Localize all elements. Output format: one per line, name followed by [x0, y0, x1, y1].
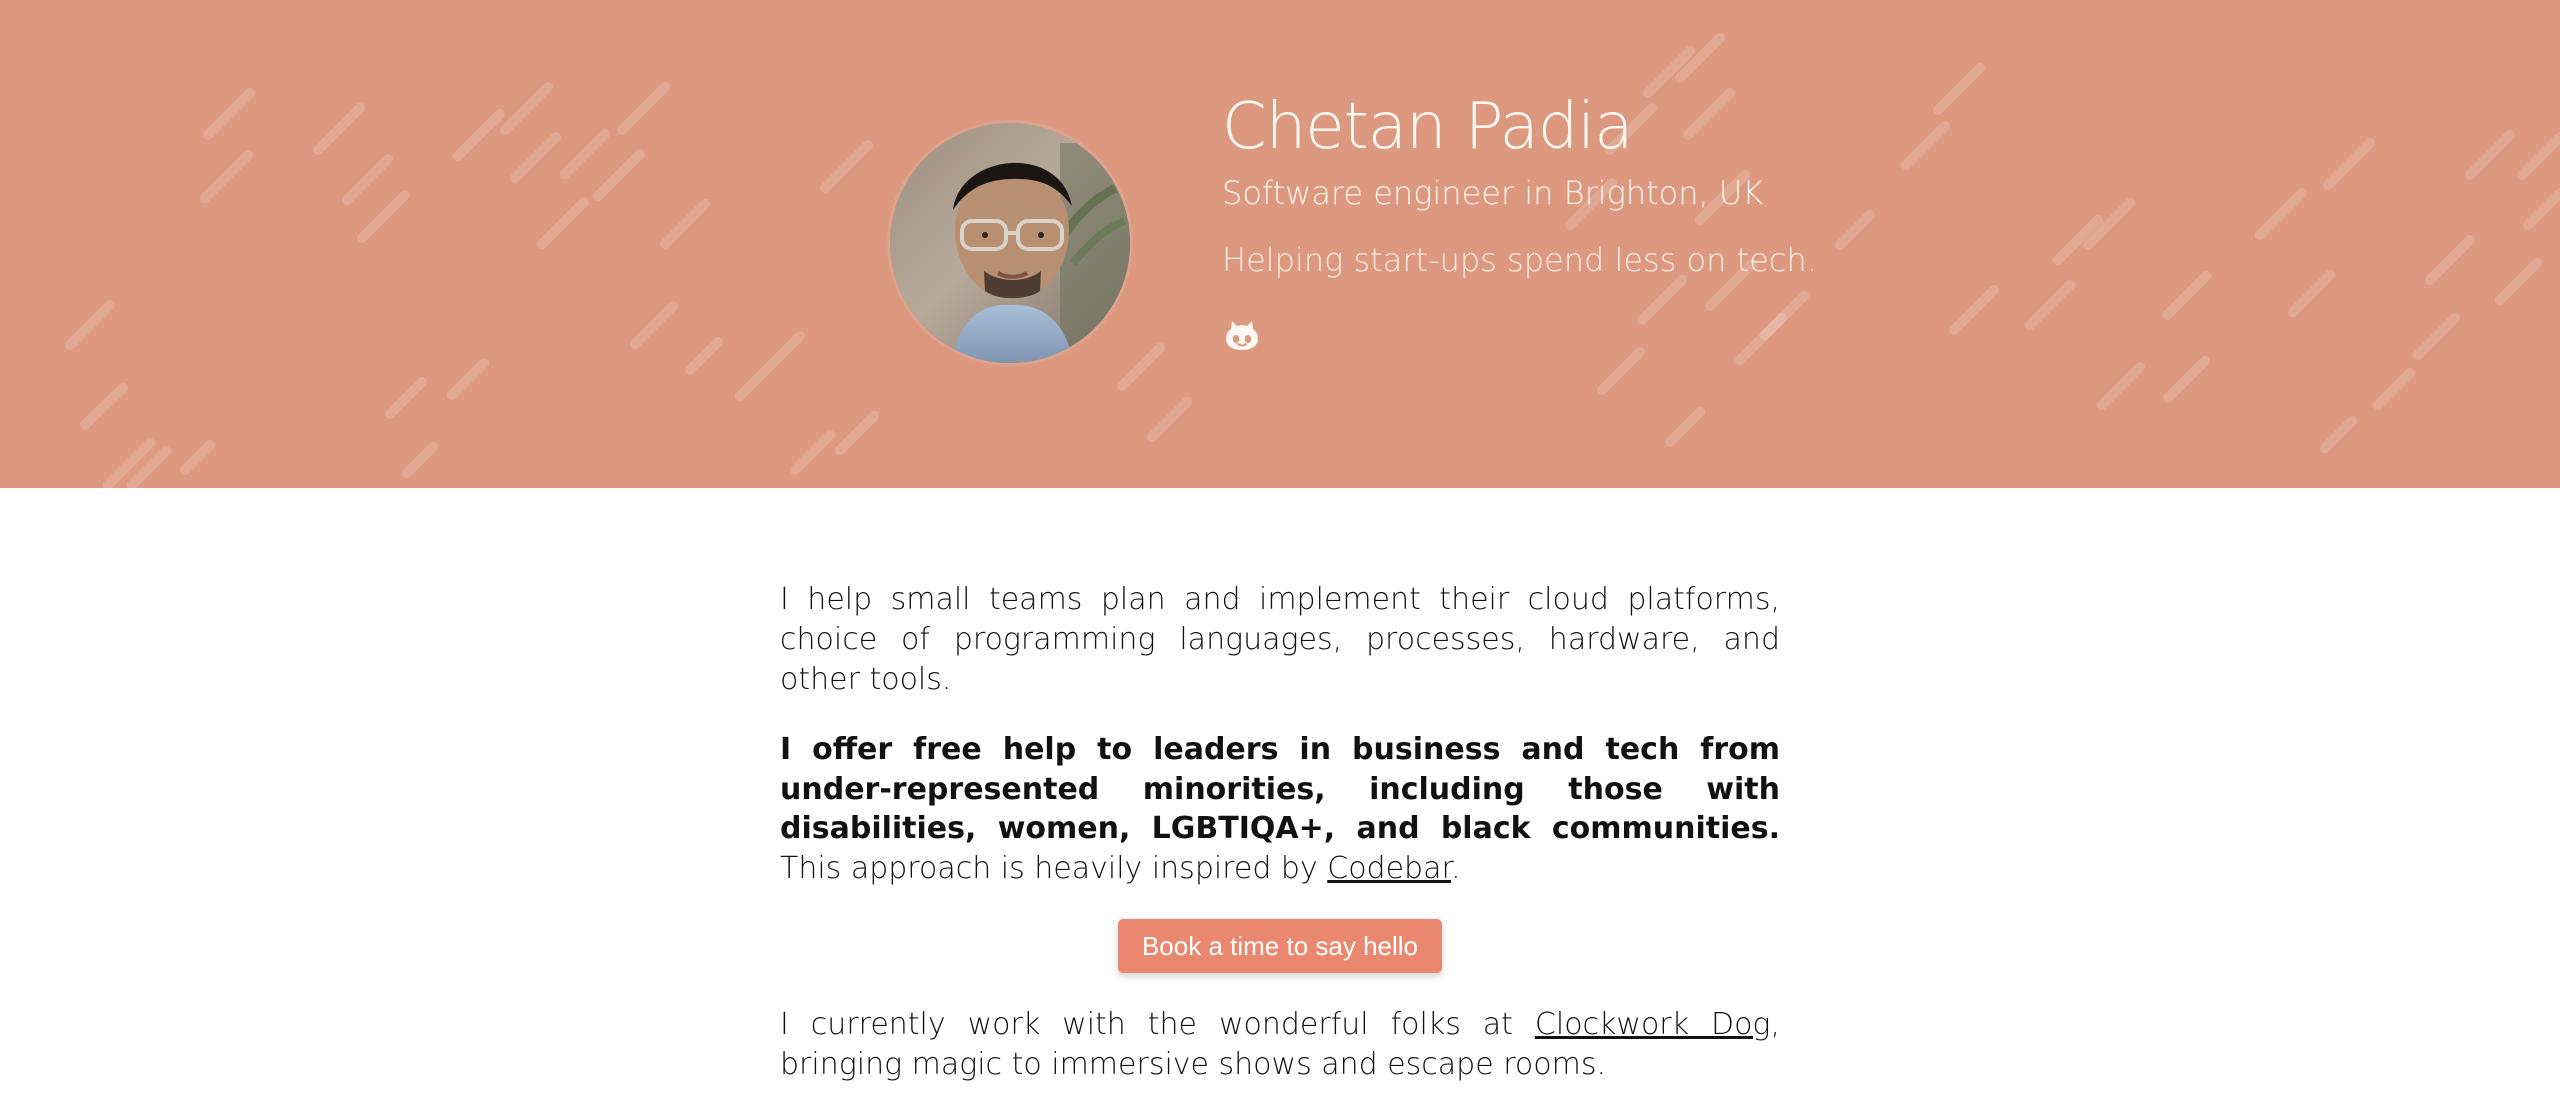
main-content: I help small teams plan and implement th… — [780, 580, 1780, 1115]
github-link[interactable] — [1222, 315, 1262, 353]
offer-bold-text: I offer free help to leaders in business… — [780, 731, 1780, 847]
avatar-photo — [890, 123, 1130, 363]
hero-section: Chetan Padia Software engineer in Bright… — [0, 0, 2560, 488]
clockwork-dog-link[interactable]: Clockwork Dog — [1535, 1007, 1771, 1042]
profile-info: Chetan Padia Software engineer in Bright… — [1222, 90, 1822, 350]
cta-container: Book a time to say hello — [780, 919, 1780, 974]
book-time-button[interactable]: Book a time to say hello — [1117, 919, 1443, 974]
codebar-link[interactable]: Codebar — [1327, 851, 1451, 886]
hero-content: Chetan Padia Software engineer in Bright… — [890, 95, 1817, 395]
profile-tagline: Helping start-ups spend less on tech. — [1222, 241, 1817, 280]
offer-paragraph: I offer free help to leaders in business… — [780, 730, 1780, 890]
offer-tail-prefix: This approach is heavily inspired by — [780, 851, 1328, 887]
profile-avatar — [890, 123, 1130, 363]
github-icon — [1226, 321, 1258, 350]
work-prefix: I currently work with the wonderful folk… — [780, 1007, 1535, 1043]
offer-tail-suffix: . — [1451, 851, 1461, 887]
intro-text: I help small teams plan and implement th… — [780, 582, 1780, 697]
work-paragraph: I currently work with the wonderful folk… — [780, 1005, 1780, 1085]
profile-name: Chetan Padia — [1222, 90, 1633, 164]
intro-paragraph: I help small teams plan and implement th… — [780, 580, 1780, 700]
profile-subtitle: Software engineer in Brighton, UK — [1222, 174, 1764, 212]
